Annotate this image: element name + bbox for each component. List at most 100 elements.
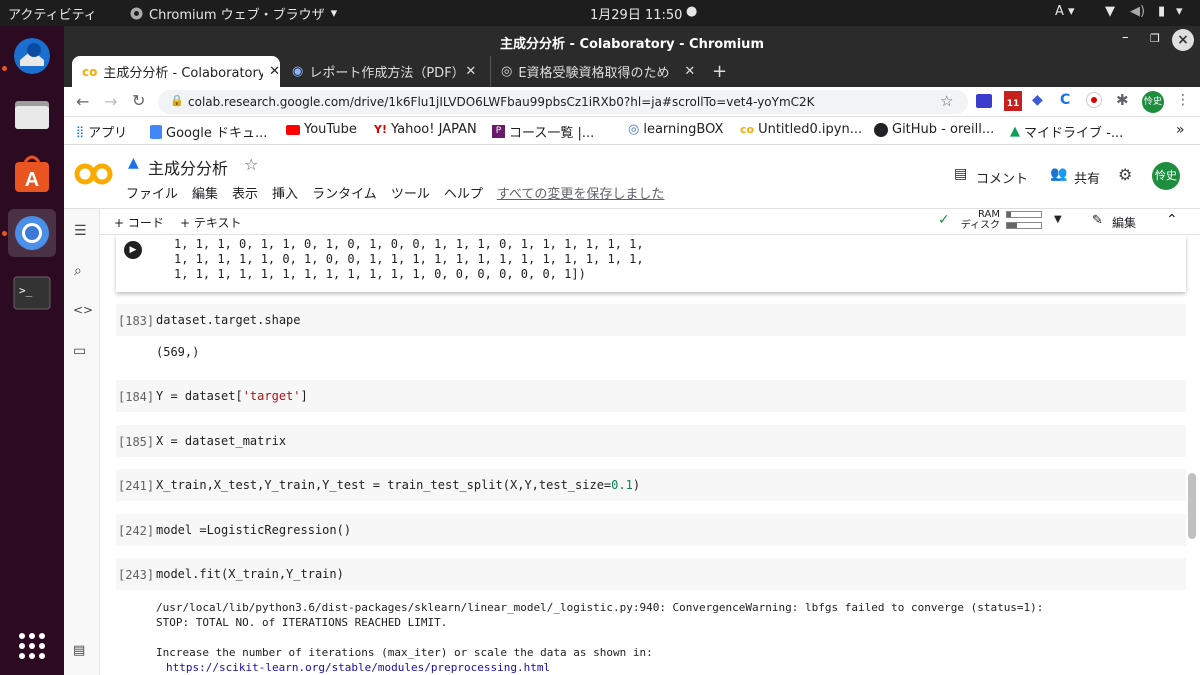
menu-tools[interactable]: ツール (391, 183, 430, 202)
files-icon[interactable] (8, 90, 56, 138)
extension-1-icon[interactable] (976, 94, 992, 108)
collapse-chevron-icon[interactable]: ⌃ (1166, 212, 1178, 228)
menu-edit[interactable]: 編集 (192, 183, 218, 202)
comment-icon[interactable]: ▤ (954, 166, 967, 182)
profile-avatar[interactable]: 怜史 (1142, 91, 1164, 113)
code-cell[interactable]: [242] model =LogisticRegression() (116, 514, 1186, 546)
minimize-icon[interactable]: – (1122, 30, 1129, 45)
run-cell-icon[interactable]: ▶ (124, 241, 142, 259)
resources-dropdown-icon[interactable]: ▼ (1054, 214, 1062, 225)
settings-gear-icon[interactable]: ⚙ (1118, 165, 1132, 184)
bookmark-untitled[interactable]: co Untitled0.ipyn... (740, 122, 862, 137)
chromium-small-icon (130, 7, 143, 20)
cell-code[interactable]: model =LogisticRegression() (156, 523, 351, 537)
terminal-panel-icon[interactable]: ▤ (73, 643, 85, 658)
extension-mail-icon[interactable]: 11 (1004, 91, 1022, 111)
learningbox-icon: ◎ (628, 122, 640, 137)
extension-japan-icon[interactable] (1086, 92, 1102, 108)
share-button[interactable]: 共有 (1074, 168, 1100, 187)
bookmark-learningbox[interactable]: ◎ learningBOX (628, 122, 723, 137)
bookmark-yahoo[interactable]: Y! Yahoo! JAPAN (374, 122, 477, 137)
app-menu[interactable]: Chromium ウェブ・ブラウザ ▾ (130, 4, 337, 23)
browser-menu-icon[interactable]: ⋮ (1176, 92, 1190, 108)
tab-close-icon[interactable]: ✕ (465, 64, 476, 79)
cell-code[interactable]: X = dataset_matrix (156, 434, 286, 448)
close-icon[interactable]: × (1172, 29, 1194, 51)
connected-check-icon[interactable]: ✓ (938, 212, 950, 228)
extension-c-icon[interactable]: C (1060, 92, 1070, 108)
tab-close-icon[interactable]: ✕ (269, 64, 280, 79)
execution-count: [243] (118, 568, 155, 582)
thunderbird-icon[interactable] (8, 32, 56, 80)
bookmark-youtube[interactable]: YouTube (286, 122, 357, 137)
menu-view[interactable]: 表示 (232, 183, 258, 202)
tab-close-icon[interactable]: ✕ (684, 64, 695, 79)
system-clock[interactable]: 1月29日 11:50 (590, 4, 682, 23)
save-status[interactable]: すべての変更を保存しました (497, 183, 665, 202)
activities-button[interactable]: アクティビティ (8, 4, 97, 23)
user-avatar[interactable]: 怜史 (1152, 162, 1180, 190)
battery-icon[interactable]: ▮ (1158, 4, 1165, 19)
comment-button[interactable]: コメント (976, 168, 1028, 187)
extension-graduation-icon[interactable]: ◆ (1032, 92, 1043, 108)
software-center-icon[interactable]: A (8, 150, 56, 198)
edit-button[interactable]: 編集 (1112, 214, 1136, 231)
cell-code[interactable]: Y = dataset['target'] (156, 389, 308, 403)
table-of-contents-icon[interactable]: ☰ (74, 223, 87, 239)
bookmark-google-docs[interactable]: Google ドキュ... (150, 122, 267, 141)
tab-report[interactable]: ◉ レポート作成方法（PDF） ✕ (282, 56, 482, 87)
add-code-button[interactable]: + コード (114, 214, 164, 231)
star-icon[interactable]: ☆ (244, 155, 258, 174)
notebook-title[interactable]: 主成分分析 (148, 155, 228, 179)
bookmark-my-drive[interactable]: ▲ マイドライブ -... (1010, 122, 1123, 141)
scrollbar-thumb[interactable] (1188, 473, 1196, 539)
code-snippets-icon[interactable]: <> (73, 303, 93, 317)
bookmark-star-icon[interactable]: ☆ (940, 92, 953, 110)
menu-insert[interactable]: 挿入 (272, 183, 298, 202)
address-bar[interactable]: 🔒 colab.research.google.com/drive/1k6Flu… (158, 90, 968, 114)
bookmark-course-list[interactable]: P コース一覧 |... (492, 122, 594, 141)
wifi-icon[interactable]: ▼ (1105, 4, 1115, 19)
cell-code[interactable]: dataset.target.shape (156, 313, 301, 327)
files-folder-icon[interactable]: ▭ (73, 343, 86, 359)
show-applications-icon[interactable] (8, 622, 56, 670)
code-cell[interactable]: [241] X_train,X_test,Y_train,Y_test = tr… (116, 469, 1186, 501)
bookmark-apps[interactable]: ⣿ アプリ (76, 122, 127, 141)
volume-icon[interactable]: ◀) (1130, 4, 1145, 19)
restore-icon[interactable]: ❐ (1150, 32, 1160, 45)
power-menu-icon[interactable]: ▾ (1176, 4, 1183, 19)
add-text-button[interactable]: + テキスト (180, 214, 242, 231)
resource-labels[interactable]: RAM ディスク (960, 209, 1000, 231)
url-text[interactable]: colab.research.google.com/drive/1k6Flu1j… (188, 95, 815, 109)
menu-runtime[interactable]: ランタイム (312, 183, 377, 202)
focused-cell-output[interactable]: ▶ 1, 1, 1, 0, 1, 1, 0, 1, 0, 1, 0, 0, 1,… (116, 235, 1186, 292)
code-cell[interactable]: [243] model.fit(X_train,Y_train) (116, 558, 1186, 590)
code-cell[interactable]: [184] Y = dataset['target'] (116, 380, 1186, 412)
chromium-dock-icon[interactable] (8, 209, 56, 257)
colab-logo-icon[interactable] (74, 162, 114, 186)
menu-file[interactable]: ファイル (126, 183, 178, 202)
code-cell[interactable]: [183] dataset.target.shape (116, 304, 1186, 336)
new-tab-icon[interactable]: + (712, 61, 727, 82)
terminal-icon[interactable]: >_ (8, 269, 56, 317)
tab-colab[interactable]: co 主成分分析 - Colaboratory ✕ (72, 56, 280, 87)
preprocessing-link[interactable]: https://scikit-learn.org/stable/modules/… (166, 661, 550, 674)
search-icon[interactable]: ⌕ (74, 263, 82, 279)
colab-favicon-icon: co (82, 64, 98, 79)
edit-pencil-icon[interactable]: ✎ (1092, 213, 1103, 228)
back-icon[interactable]: ← (76, 92, 89, 111)
code-cell[interactable]: [185] X = dataset_matrix (116, 425, 1186, 457)
forward-icon[interactable]: → (104, 92, 117, 111)
execution-count: [183] (118, 314, 155, 328)
menu-help[interactable]: ヘルプ (444, 183, 483, 202)
tab-e-shikaku[interactable]: ◎ E資格受験資格取得のため ✕ (490, 56, 700, 87)
reload-icon[interactable]: ↻ (132, 91, 145, 110)
cell-code[interactable]: model.fit(X_train,Y_train) (156, 567, 344, 581)
extensions-puzzle-icon[interactable]: ✱ (1116, 91, 1129, 109)
lock-icon[interactable]: 🔒 (170, 94, 184, 107)
cell-code[interactable]: X_train,X_test,Y_train,Y_test = train_te… (156, 478, 640, 492)
bookmarks-overflow-icon[interactable]: » (1176, 122, 1185, 138)
ime-indicator[interactable]: A ▾ (1055, 4, 1075, 19)
share-people-icon[interactable]: 👥 (1050, 166, 1067, 182)
bookmark-github[interactable]: GitHub - oreill... (874, 122, 994, 137)
